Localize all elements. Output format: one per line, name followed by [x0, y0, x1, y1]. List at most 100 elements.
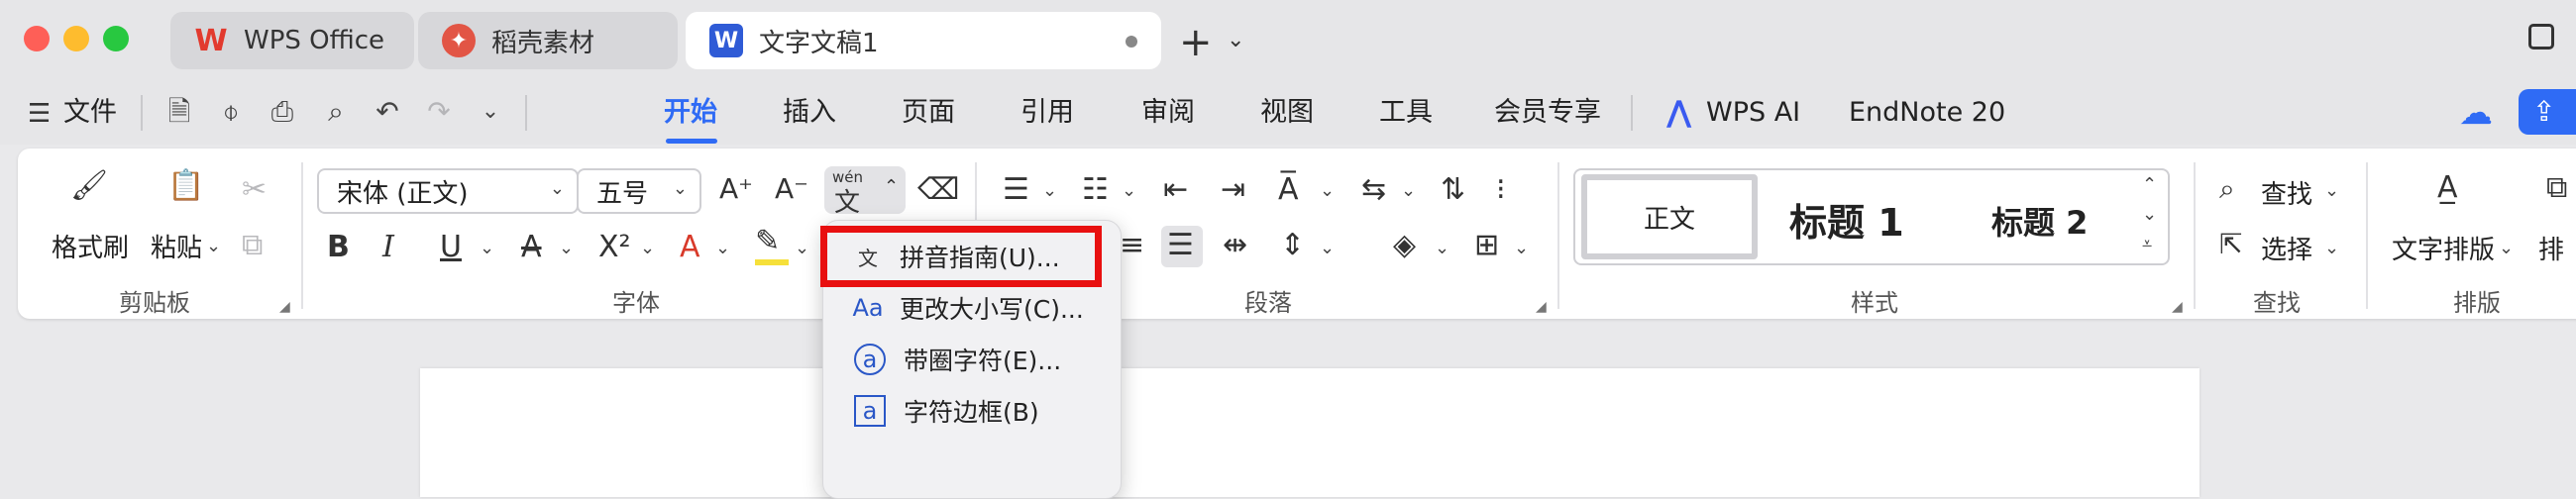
distribute-icon[interactable]: ⇹ — [1223, 228, 1247, 262]
font-name-chevron-icon[interactable]: ⌄ — [550, 178, 565, 199]
shading-icon[interactable]: ◈ — [1393, 228, 1416, 262]
menu-reference[interactable]: 引用 — [1020, 81, 1074, 145]
align-right-icon[interactable]: ≡ — [1120, 228, 1144, 262]
print-icon[interactable]: ⎙ — [262, 91, 303, 133]
styles-scroll-up-icon[interactable]: ⌃ — [2142, 174, 2157, 195]
strike-chevron-icon[interactable]: ⌄ — [559, 238, 574, 258]
text-effect-chevron-icon[interactable]: ⌄ — [715, 238, 730, 258]
find-chevron-icon[interactable]: ⌄ — [2324, 180, 2339, 201]
line-spacing-icon[interactable]: ⇕ — [1280, 228, 1305, 262]
decrease-indent-icon[interactable]: ⇤ — [1163, 172, 1188, 207]
style-heading2[interactable]: 标题 2 — [1991, 198, 2088, 244]
styles-launcher-icon[interactable]: ◢ — [2172, 299, 2183, 315]
redo-icon[interactable]: ↷ — [418, 91, 460, 133]
menu-insert[interactable]: 插入 — [783, 81, 836, 145]
menu-item-change-case[interactable]: Aa 更改大小写(C)... — [834, 283, 1110, 333]
tab-wps-office[interactable]: W WPS Office — [170, 12, 414, 69]
format-painter-icon[interactable]: 🖌 — [65, 168, 113, 203]
tab-list-chevron-icon[interactable]: ⌄ — [1227, 28, 1244, 52]
bullet-chevron-icon[interactable]: ⌄ — [1042, 180, 1057, 201]
save-icon[interactable]: 🗎 — [159, 91, 200, 133]
shading-chevron-icon[interactable]: ⌄ — [1435, 238, 1449, 258]
window-mode-icon[interactable] — [2528, 24, 2554, 50]
show-marks-icon[interactable]: ⁝ — [1496, 172, 1506, 207]
sort-icon[interactable]: ⇅ — [1441, 172, 1465, 207]
undo-icon[interactable]: ↶ — [367, 91, 408, 133]
menu-item-char-border[interactable]: a 字符边框(B) — [834, 386, 1110, 436]
underline-icon[interactable]: U — [440, 230, 462, 264]
arrange-button[interactable]: 排 — [2538, 230, 2564, 266]
font-name-combo[interactable]: 宋体 (正文) ⌄ — [317, 168, 579, 214]
text-direction-icon[interactable]: A̅ — [1278, 172, 1299, 207]
file-menu[interactable]: 文件 — [63, 81, 117, 145]
clear-format-icon[interactable]: ⌫ — [917, 172, 959, 207]
select-chevron-icon[interactable]: ⌄ — [2324, 238, 2339, 258]
paste-chevron-icon[interactable]: ⌄ — [206, 236, 221, 256]
menu-wps-ai[interactable]: WPS AI — [1706, 81, 1800, 145]
text-layout-button[interactable]: 文字排版 — [2392, 230, 2495, 266]
menu-endnote[interactable]: EndNote 20 — [1849, 81, 2005, 145]
arrange-icon[interactable]: ⧉ — [2546, 170, 2567, 205]
highlight-chevron-icon[interactable]: ⌄ — [795, 238, 809, 258]
menu-review[interactable]: 审阅 — [1141, 81, 1195, 145]
font-size-chevron-icon[interactable]: ⌄ — [673, 178, 688, 199]
find-icon[interactable]: ⌕ — [2219, 172, 2235, 206]
share-button-icon[interactable]: ⇪ — [2519, 89, 2576, 135]
text-layout-chevron-icon[interactable]: ⌄ — [2499, 238, 2514, 258]
find-button[interactable]: 查找 — [2261, 174, 2312, 211]
minimize-window-button[interactable] — [63, 26, 89, 51]
cloud-upload-icon[interactable]: ☁ — [2459, 93, 2493, 133]
clipboard-launcher-icon[interactable]: ◢ — [279, 299, 290, 315]
brush-icon[interactable]: ⌽ — [210, 91, 252, 133]
hamburger-menu-icon[interactable]: ☰ — [28, 99, 51, 129]
tab-document[interactable]: W 文字文稿1 — [686, 12, 1161, 69]
borders-chevron-icon[interactable]: ⌄ — [1514, 238, 1529, 258]
pinyin-expand-chevron-icon[interactable]: ⌃ — [884, 176, 899, 197]
swap-chevron-icon[interactable]: ⌄ — [1401, 180, 1416, 201]
text-layout-icon[interactable]: A̲ — [2437, 170, 2458, 205]
increase-indent-icon[interactable]: ⇥ — [1221, 172, 1245, 207]
bold-icon[interactable]: B — [327, 230, 350, 264]
style-heading1[interactable]: 标题 1 — [1789, 192, 1904, 247]
justify-icon[interactable]: ☰ — [1167, 228, 1194, 262]
format-painter-button[interactable]: 格式刷 — [52, 228, 129, 264]
numbered-list-icon[interactable]: ☷ — [1082, 172, 1109, 207]
copy-icon[interactable]: ⧉ — [242, 228, 263, 262]
font-size-combo[interactable]: 五号 ⌄ — [577, 168, 701, 214]
unsaved-dot-icon[interactable] — [1126, 36, 1137, 48]
menu-membership[interactable]: 会员专享 — [1494, 81, 1601, 145]
menu-view[interactable]: 视图 — [1260, 81, 1314, 145]
italic-icon[interactable]: I — [382, 230, 394, 264]
swap-icon[interactable]: ⇆ — [1361, 172, 1386, 207]
style-normal[interactable]: 正文 — [1581, 174, 1758, 259]
tab-docer[interactable]: ✦ 稻壳素材 — [418, 12, 678, 69]
document-page[interactable] — [420, 368, 2200, 497]
menu-page[interactable]: 页面 — [902, 81, 955, 145]
more-chevron-icon[interactable]: ⌄ — [470, 91, 511, 133]
superscript-icon[interactable]: X² — [598, 230, 631, 264]
styles-scroll-down-icon[interactable]: ⌄ — [2142, 204, 2157, 225]
shrink-font-icon[interactable]: A⁻ — [775, 172, 808, 205]
select-button[interactable]: 选择 — [2261, 230, 2312, 266]
line-spacing-chevron-icon[interactable]: ⌄ — [1320, 238, 1335, 258]
grow-font-icon[interactable]: A⁺ — [719, 172, 753, 205]
text-direction-chevron-icon[interactable]: ⌄ — [1320, 180, 1335, 201]
select-cursor-icon[interactable]: ⇱ — [2219, 228, 2242, 260]
borders-icon[interactable]: ⊞ — [1474, 228, 1499, 262]
maximize-window-button[interactable] — [103, 26, 129, 51]
menu-home[interactable]: 开始 — [664, 81, 717, 145]
underline-chevron-icon[interactable]: ⌄ — [480, 238, 494, 258]
pinyin-guide-button[interactable]: wén 文 ⌃ — [824, 166, 906, 218]
cut-icon[interactable]: ✂ — [242, 172, 267, 207]
menu-item-enclosed-char[interactable]: a 带圈字符(E)... — [834, 335, 1110, 384]
bullet-list-icon[interactable]: ☰ — [1003, 172, 1029, 207]
numbered-chevron-icon[interactable]: ⌄ — [1122, 180, 1136, 201]
menu-tools[interactable]: 工具 — [1379, 81, 1433, 145]
close-window-button[interactable] — [24, 26, 50, 51]
paragraph-launcher-icon[interactable]: ◢ — [1536, 299, 1547, 315]
paste-button[interactable]: 粘贴 — [151, 228, 202, 264]
highlight-icon[interactable]: ✎ — [755, 224, 780, 258]
print-preview-icon[interactable]: ⌕ — [315, 91, 357, 133]
styles-more-icon[interactable]: ⩡ — [2142, 234, 2152, 254]
paste-icon[interactable]: 📋 — [162, 168, 210, 203]
